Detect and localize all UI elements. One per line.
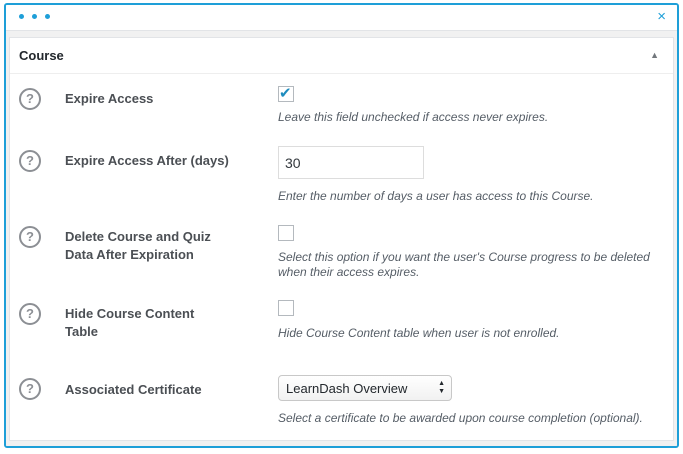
course-settings-panel: Course ▲ ? Expire Access ✔ Leave this fi…	[9, 37, 674, 441]
associated-certificate-description: Select a certificate to be awarded upon …	[278, 411, 643, 425]
panel-header[interactable]: Course ▲	[10, 38, 673, 74]
help-icon[interactable]: ?	[19, 303, 41, 325]
collapse-arrow-icon[interactable]: ▲	[650, 50, 659, 60]
delete-data-description: Select this option if you want the user'…	[278, 250, 650, 279]
content-area: Course ▲ ? Expire Access ✔ Leave this fi…	[6, 31, 677, 446]
expire-access-days-label: Expire Access After (days)	[65, 153, 229, 168]
certificate-select[interactable]: LearnDash Overview ▲ ▼	[278, 375, 452, 401]
dot	[45, 14, 50, 19]
dot	[32, 14, 37, 19]
window-titlebar: ×	[6, 5, 677, 31]
expire-access-days-description: Enter the number of days a user has acce…	[278, 189, 594, 203]
hide-content-table-checkbox[interactable]	[278, 300, 294, 316]
help-icon[interactable]: ?	[19, 88, 41, 110]
delete-data-label: Delete Course and Quiz Data After Expira…	[65, 229, 211, 262]
select-arrows-icon: ▲ ▼	[438, 380, 445, 395]
delete-data-checkbox[interactable]	[278, 225, 294, 241]
hide-content-table-field: Hide Course Content table when user is n…	[278, 300, 665, 341]
certificate-select-value: LearnDash Overview	[286, 381, 408, 396]
expire-access-days-field: Enter the number of days a user has acce…	[278, 146, 665, 204]
dot	[19, 14, 24, 19]
expire-access-field: ✔ Leave this field unchecked if access n…	[278, 85, 665, 125]
expire-access-description: Leave this field unchecked if access nev…	[278, 110, 549, 124]
associated-certificate-label: Associated Certificate	[65, 382, 202, 397]
expire-days-input[interactable]	[278, 146, 424, 179]
panel-title: Course	[19, 48, 64, 63]
expire-access-label: Expire Access	[65, 91, 154, 106]
checkmark-icon: ✔	[279, 85, 292, 102]
course-settings-window: × Course ▲ ? Expire Access ✔ Leave this …	[4, 3, 679, 448]
help-icon[interactable]: ?	[19, 378, 41, 400]
associated-certificate-field: LearnDash Overview ▲ ▼ Select a certifica…	[278, 375, 665, 426]
delete-data-field: Select this option if you want the user'…	[278, 225, 665, 280]
help-icon[interactable]: ?	[19, 226, 41, 248]
hide-content-table-label: Hide Course Content Table	[65, 306, 195, 339]
close-icon[interactable]: ×	[657, 8, 666, 26]
hide-content-table-description: Hide Course Content table when user is n…	[278, 326, 560, 340]
help-icon[interactable]: ?	[19, 150, 41, 172]
ellipsis-icon[interactable]	[19, 14, 50, 19]
expire-access-checkbox[interactable]: ✔	[278, 85, 294, 102]
